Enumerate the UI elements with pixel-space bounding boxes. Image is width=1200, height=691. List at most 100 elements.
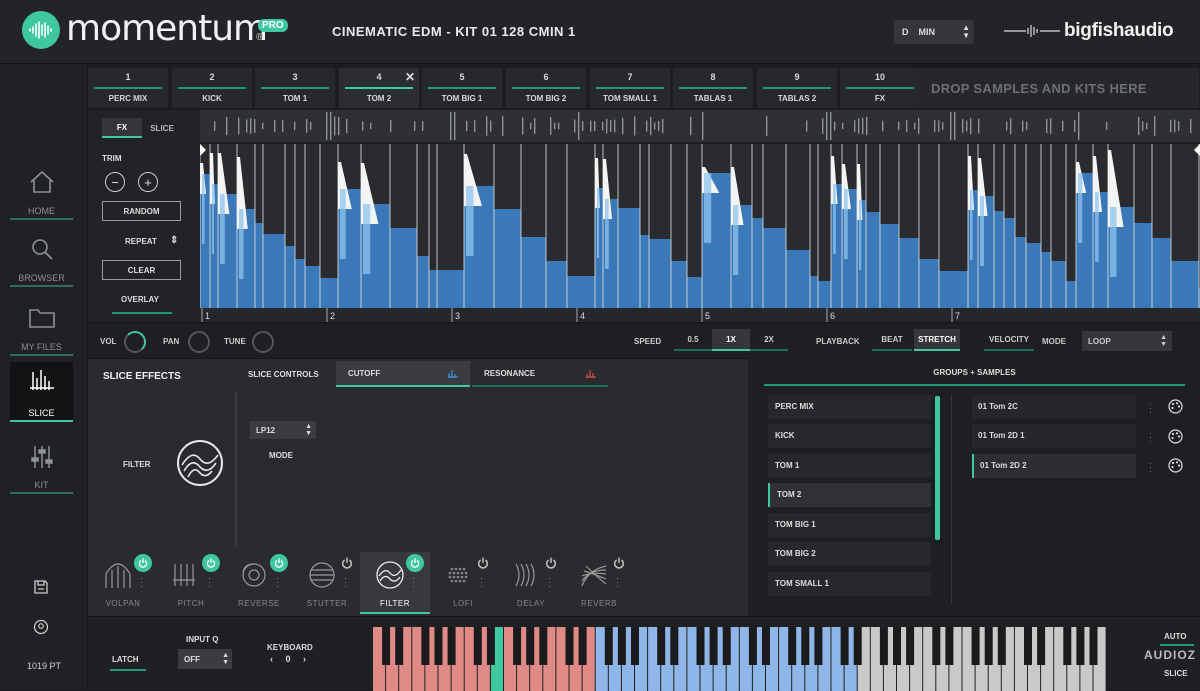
black-key[interactable] xyxy=(395,627,404,665)
black-key[interactable] xyxy=(657,627,666,665)
playback-beat[interactable]: BEAT xyxy=(872,329,912,351)
effect-reverb[interactable]: · · · REVERB xyxy=(564,552,634,614)
power-icon[interactable] xyxy=(474,554,492,572)
power-icon[interactable] xyxy=(338,554,356,572)
group-item[interactable]: KICK xyxy=(768,424,931,448)
group-item[interactable]: TOM BIG 2 xyxy=(768,542,931,566)
palette-icon[interactable] xyxy=(1168,458,1183,473)
tab-tom-2[interactable]: 4 ✕ TOM 2 xyxy=(339,68,419,108)
tab-cutoff[interactable]: CUTOFF xyxy=(336,361,470,387)
sidebar-item-slice[interactable]: SLICE xyxy=(10,362,73,422)
tab-tablas-1[interactable]: 8 TABLAS 1 xyxy=(673,68,753,108)
tune-knob[interactable] xyxy=(252,331,274,353)
black-key[interactable] xyxy=(853,627,862,665)
palette-icon[interactable] xyxy=(1168,399,1183,414)
group-item[interactable]: TOM SMALL 1 xyxy=(768,572,931,596)
more-options-icon[interactable]: · · · xyxy=(140,574,144,591)
more-options-icon[interactable]: · · · xyxy=(1149,400,1152,417)
random-button[interactable]: RANDOM xyxy=(102,201,181,221)
sample-item[interactable]: 01 Tom 2C xyxy=(972,395,1136,419)
power-icon[interactable] xyxy=(406,554,424,572)
black-key[interactable] xyxy=(1024,627,1032,665)
black-key[interactable] xyxy=(984,627,993,665)
black-key[interactable] xyxy=(748,627,757,665)
effect-delay[interactable]: · · · DELAY xyxy=(496,552,566,614)
black-key[interactable] xyxy=(631,627,639,665)
effect-reverse[interactable]: · · · REVERSE xyxy=(224,552,294,614)
sidebar-item-kit[interactable]: KIT xyxy=(10,438,73,494)
black-key[interactable] xyxy=(696,627,705,665)
black-key[interactable] xyxy=(997,627,1006,665)
tab-fx[interactable]: 10 FX xyxy=(840,68,920,108)
sidebar-item-my-files[interactable]: MY FILES xyxy=(10,300,73,356)
piano-keyboard[interactable] xyxy=(373,627,1116,691)
speed-0-5[interactable]: 0.5 xyxy=(674,329,712,351)
tab-tablas-2[interactable]: 9 TABLAS 2 xyxy=(757,68,837,108)
power-icon[interactable] xyxy=(610,554,628,572)
black-key[interactable] xyxy=(447,627,456,665)
waveform-canvas[interactable]: 1 2 3 4 5 6 7 xyxy=(200,110,1200,322)
group-item[interactable]: PERC MIX xyxy=(768,395,931,419)
more-options-icon[interactable]: · · · xyxy=(480,574,484,591)
tab-resonance[interactable]: RESONANCE xyxy=(472,361,608,387)
key-scale-select[interactable]: D MIN ▲ ▼ xyxy=(894,20,974,44)
velocity-toggle[interactable]: VELOCITY xyxy=(984,329,1034,351)
slice-mode-button[interactable]: SLICE xyxy=(1164,669,1188,678)
palette-icon[interactable] xyxy=(1168,429,1183,444)
sidebar-item-browser[interactable]: BROWSER xyxy=(10,231,73,287)
black-key[interactable] xyxy=(617,627,626,665)
speed-2x[interactable]: 2X xyxy=(750,329,788,351)
black-key[interactable] xyxy=(421,627,430,665)
pan-knob[interactable] xyxy=(188,331,210,353)
black-key[interactable] xyxy=(762,627,770,665)
tab-fx[interactable]: FX xyxy=(102,118,142,138)
black-key[interactable] xyxy=(513,627,522,665)
black-key[interactable] xyxy=(1037,627,1046,665)
trim-minus-button[interactable]: − xyxy=(105,172,125,192)
more-options-icon[interactable]: · · · xyxy=(548,574,552,591)
power-icon[interactable] xyxy=(202,554,220,572)
black-key[interactable] xyxy=(382,627,391,665)
power-icon[interactable] xyxy=(270,554,288,572)
black-key[interactable] xyxy=(526,627,535,665)
black-key[interactable] xyxy=(945,627,954,665)
speed-1x[interactable]: 1X xyxy=(712,329,750,351)
tab-tom-big-2[interactable]: 6 TOM BIG 2 xyxy=(506,68,586,108)
black-key[interactable] xyxy=(578,627,587,665)
waveform-display[interactable]: 1 2 3 4 5 6 7 xyxy=(200,110,1200,322)
black-key[interactable] xyxy=(670,627,679,665)
repeat-arrows-icon[interactable]: ⇕ xyxy=(170,235,178,246)
effect-stutter[interactable]: · · · STUTTER xyxy=(292,552,362,614)
group-item[interactable]: TOM BIG 1 xyxy=(768,513,931,537)
black-key[interactable] xyxy=(434,627,443,665)
black-key[interactable] xyxy=(932,627,941,665)
sidebar-item-home[interactable]: HOME xyxy=(10,164,73,220)
tab-slice-controls[interactable]: SLICE CONTROLS xyxy=(236,361,332,387)
more-options-icon[interactable]: · · · xyxy=(412,574,416,591)
power-icon[interactable] xyxy=(134,554,152,572)
tab-slice[interactable]: SLICE xyxy=(142,118,182,138)
latch-button[interactable]: LATCH xyxy=(112,655,139,664)
more-options-icon[interactable]: · · · xyxy=(1149,459,1152,476)
auto-button[interactable]: AUTO xyxy=(1164,632,1187,641)
more-options-icon[interactable]: · · · xyxy=(616,574,620,591)
black-key[interactable] xyxy=(1063,627,1072,665)
black-key[interactable] xyxy=(840,627,849,665)
black-key[interactable] xyxy=(788,627,797,665)
more-options-icon[interactable]: · · · xyxy=(1149,429,1152,446)
tab-tom-1[interactable]: 3 TOM 1 xyxy=(255,68,335,108)
power-icon[interactable] xyxy=(542,554,560,572)
mode-select[interactable]: LOOP ▲ ▼ xyxy=(1082,331,1172,351)
more-options-icon[interactable]: · · · xyxy=(208,574,212,591)
account-icon[interactable] xyxy=(33,619,49,635)
black-key[interactable] xyxy=(906,627,915,665)
tab-tom-small-1[interactable]: 7 TOM SMALL 1 xyxy=(590,68,670,108)
octave-selector[interactable]: ‹ 0 › xyxy=(270,654,311,664)
black-key[interactable] xyxy=(709,627,718,665)
save-icon[interactable] xyxy=(33,579,49,595)
tab-kick[interactable]: 2 KICK xyxy=(172,68,252,108)
effect-filter[interactable]: · · · FILTER xyxy=(360,552,430,614)
black-key[interactable] xyxy=(565,627,574,665)
effect-pitch[interactable]: · · · PITCH xyxy=(156,552,226,614)
sample-item[interactable]: 01 Tom 2D 1 xyxy=(972,424,1136,448)
